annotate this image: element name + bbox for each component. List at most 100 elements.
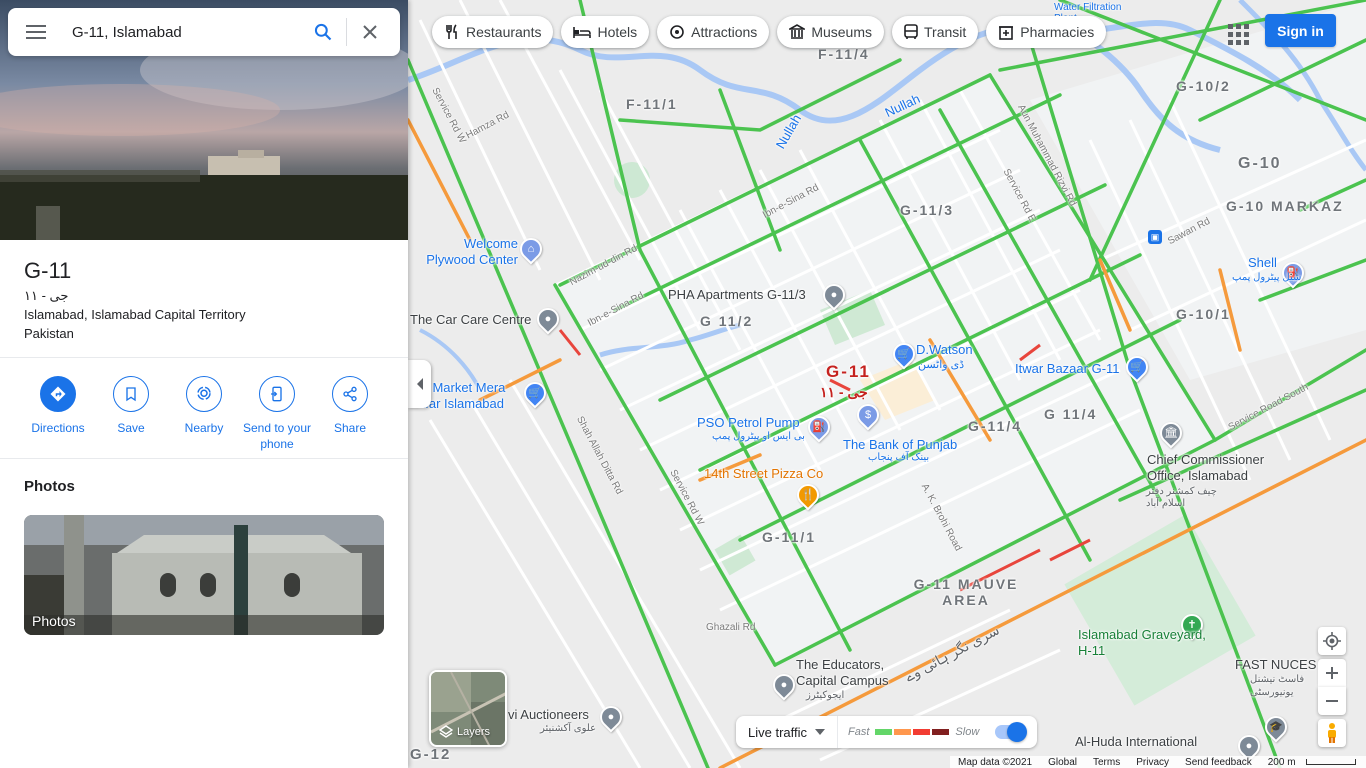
search-button[interactable] [300,8,346,56]
layers-icon [439,725,453,738]
map-label-pso[interactable]: PSO Petrol Pump [697,415,800,430]
map-label-educators[interactable]: The Educators, Capital Campus [796,657,906,689]
map-label-car-care[interactable]: The Car Care Centre [410,312,531,327]
traffic-fast-label: Fast [848,726,870,738]
bus-stop-icon[interactable]: ▣ [1148,230,1162,244]
map-label-g10-1: G-10/1 [1176,306,1231,322]
map-label-chief-commissioner[interactable]: Chief Commissioner Office, Islamabad [1147,452,1287,484]
share-button[interactable]: Share [314,376,386,436]
map-label-bank-punjab[interactable]: The Bank of Punjab [843,437,957,452]
map-label-itwar[interactable]: Itwar Bazaar G-11 [1015,361,1120,376]
map-label-fast-nuces[interactable]: FAST NUCES [1235,657,1316,672]
maps-app: F-11/1 F-11/4 G-11/3 G 11/2 G-11/1 G 11/… [0,0,1366,768]
my-location-button[interactable] [1318,627,1346,655]
map-label-g10-markaz: G-10 MARKAZ [1226,198,1344,214]
street-view-pegman[interactable] [1318,719,1346,747]
fork-knife-icon [446,24,457,39]
zoom-out-button[interactable] [1318,687,1346,715]
chip-hotels[interactable]: Hotels [561,16,650,48]
sign-in-button[interactable]: Sign in [1265,14,1336,47]
traffic-color-medium [894,729,912,735]
send-to-phone-icon [259,376,295,412]
map-label-educators-urdu: ایجوکیٹرز [806,690,845,701]
map-label-graveyard[interactable]: Islamabad Graveyard, H-11 [1078,627,1208,659]
search-box [8,8,400,56]
save-label: Save [117,421,145,435]
close-icon [363,25,377,39]
save-button[interactable]: Save [95,376,167,436]
map-label-dwatson[interactable]: D.Watson [916,342,973,357]
map-label-pha[interactable]: PHA Apartments G-11/3 [668,287,806,302]
nearby-button[interactable]: Nearby [168,376,240,436]
search-input[interactable] [72,12,300,52]
traffic-color-fast [875,729,893,735]
directions-icon [40,376,76,412]
place-address-line2: Pakistan [24,326,74,341]
chip-label: Museums [811,24,872,40]
footer-link-terms[interactable]: Terms [1085,757,1128,768]
map-label-shell-urdu: شیل پیٹرول پمپ [1232,272,1302,283]
map-label-g11-1: G-11/1 [762,529,817,545]
map-label-f11-1: F-11/1 [626,96,678,112]
menu-button[interactable] [8,8,64,56]
map-label-auctioneers[interactable]: vi Auctioneers [508,707,589,722]
map-label-welcome-plywood[interactable]: Welcome Plywood Center [418,236,518,268]
layers-label: Layers [457,726,491,738]
chip-museums[interactable]: Museums [777,16,884,48]
traffic-toggle[interactable] [995,722,1028,742]
map-label-pizza[interactable]: 14th Street Pizza Co [704,466,823,481]
map-label-g12: G-12 [410,746,452,763]
chip-label: Restaurants [466,24,542,40]
divider [0,357,408,358]
chip-pharmacies[interactable]: Pharmacies [986,16,1107,48]
send-to-phone-button[interactable]: Send to your phone [241,376,313,452]
chip-label: Hotels [597,24,638,40]
map-label-f11-4: F-11/4 [818,46,870,62]
map-label-shell[interactable]: Shell [1248,255,1277,270]
chip-restaurants[interactable]: Restaurants [432,16,554,48]
map-label-al-huda[interactable]: Al-Huda International [1075,734,1197,749]
hamburger-icon [26,25,46,39]
zoom-in-button[interactable] [1318,659,1346,687]
share-label: Share [333,421,367,435]
layers-button[interactable]: Layers [429,670,507,747]
footer-link-privacy[interactable]: Privacy [1128,757,1177,768]
place-title: G-11 [24,258,72,283]
layers-label-wrap: Layers [439,725,490,739]
search-icon [314,23,332,41]
map-label-g11-2: G 11/2 [700,313,754,329]
museum-icon [789,24,806,39]
map-label-g11-4-east: G 11/4 [1044,406,1098,422]
map-label-bank-urdu: بینک آف پنجاب [868,452,930,463]
collapse-panel-button[interactable] [408,360,431,408]
divider [0,458,408,459]
bookmark-icon [113,376,149,412]
place-urdu-name: جی - ۱۱ [24,288,69,303]
my-location-icon [1323,632,1341,650]
traffic-scale: Fast Slow [838,726,989,738]
nearby-label: Nearby [184,421,224,435]
chip-attractions[interactable]: Attractions [657,16,770,48]
google-apps-button[interactable] [1222,18,1250,46]
scale-label[interactable]: 200 m [1260,757,1304,768]
map-label-g11-center: G-11 [826,362,871,381]
traffic-slow-label: Slow [955,726,980,738]
nearby-icon [186,376,222,412]
chip-transit[interactable]: Transit [892,16,979,48]
plus-icon [1326,667,1338,679]
footer-link-send-feedback[interactable]: Send feedback [1177,757,1260,768]
pharmacy-icon [999,26,1014,40]
scale-bar [1305,759,1356,765]
clear-search-button[interactable] [347,8,393,56]
photos-card[interactable]: Photos [24,515,384,635]
place-side-panel: G-11 جی - ۱۱ Islamabad, Islamabad Capita… [0,0,408,768]
directions-button[interactable]: Directions [22,376,94,436]
live-traffic-label: Live traffic [748,724,808,740]
chip-label: Transit [924,24,967,40]
footer-link-global[interactable]: Global [1040,757,1085,768]
map-label-market-mera[interactable]: m Market Mera [418,380,505,395]
photos-card-label: Photos [32,613,76,629]
pegman-icon [1328,723,1336,743]
caret-down-icon [815,729,826,735]
live-traffic-select[interactable]: Live traffic [736,716,839,748]
